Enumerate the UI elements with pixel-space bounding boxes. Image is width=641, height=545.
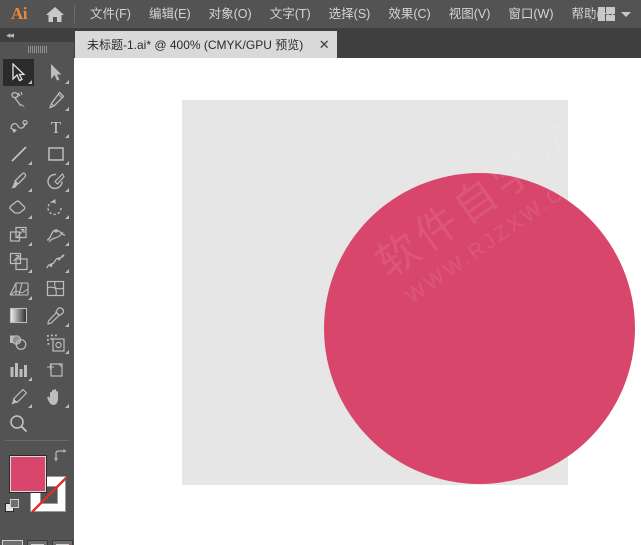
default-fill-stroke-icon[interactable] bbox=[5, 499, 21, 520]
free-transform-tool[interactable] bbox=[3, 248, 34, 275]
flyout-corner-icon bbox=[28, 242, 32, 246]
menu-item-select[interactable]: 选择(S) bbox=[320, 0, 380, 28]
flyout-corner-icon bbox=[65, 350, 69, 354]
chevron-down-icon[interactable] bbox=[621, 11, 631, 17]
flyout-corner-icon bbox=[28, 161, 32, 165]
menu-item-object[interactable]: 对象(O) bbox=[200, 0, 261, 28]
eraser-tool[interactable] bbox=[3, 194, 34, 221]
tools-panel-grip[interactable] bbox=[0, 42, 74, 57]
gradient-tool[interactable] bbox=[3, 302, 34, 329]
shaper-tool[interactable] bbox=[40, 167, 71, 194]
flyout-corner-icon bbox=[28, 188, 32, 192]
document-canvas[interactable]: 软件自学网 WWW.RJZXW.COM bbox=[74, 58, 641, 545]
tools-divider bbox=[5, 440, 69, 441]
flyout-corner-icon bbox=[65, 161, 69, 165]
close-icon[interactable]: ✕ bbox=[317, 38, 331, 52]
paintbrush-tool[interactable] bbox=[3, 167, 34, 194]
flyout-corner-icon bbox=[65, 269, 69, 273]
swap-fill-stroke-icon[interactable] bbox=[53, 449, 67, 467]
menu-item-edit[interactable]: 编辑(E) bbox=[140, 0, 200, 28]
menu-bar: Ai 文件(F) 编辑(E) 对象(O) 文字(T) 选择(S) 效果(C) 视… bbox=[0, 0, 641, 28]
rotate-tool[interactable] bbox=[40, 194, 71, 221]
app-logo-icon: Ai bbox=[11, 4, 28, 23]
flyout-corner-icon bbox=[65, 323, 69, 327]
menu-item-effect[interactable]: 效果(C) bbox=[379, 0, 439, 28]
shape-builder-tool[interactable] bbox=[40, 248, 71, 275]
slice-tool[interactable] bbox=[3, 383, 34, 410]
flyout-corner-icon bbox=[28, 80, 32, 84]
artboard[interactable]: 软件自学网 WWW.RJZXW.COM bbox=[182, 100, 635, 485]
flyout-corner-icon bbox=[28, 269, 32, 273]
flyout-corner-icon bbox=[65, 134, 69, 138]
flyout-corner-icon bbox=[65, 215, 69, 219]
color-mode-button[interactable] bbox=[1, 540, 23, 545]
flyout-corner-icon bbox=[28, 377, 32, 381]
hand-tool[interactable] bbox=[40, 383, 71, 410]
selection-tool[interactable] bbox=[3, 59, 34, 86]
scale-tool[interactable] bbox=[3, 221, 34, 248]
mesh-tool[interactable] bbox=[40, 275, 71, 302]
menubar-right-controls bbox=[589, 0, 637, 28]
fill-mode-buttons bbox=[0, 540, 74, 545]
tools-panel: ◂◂ T bbox=[0, 28, 74, 545]
column-graph-tool[interactable] bbox=[3, 356, 34, 383]
flyout-corner-icon bbox=[65, 404, 69, 408]
line-segment-tool[interactable] bbox=[3, 140, 34, 167]
pen-tool[interactable] bbox=[40, 86, 71, 113]
perspective-grid-tool[interactable] bbox=[3, 275, 34, 302]
artboard-tool[interactable] bbox=[40, 356, 71, 383]
zoom-tool[interactable] bbox=[3, 410, 34, 437]
magic-wand-tool[interactable] bbox=[3, 86, 34, 113]
flyout-corner-icon bbox=[65, 107, 69, 111]
menu-item-view[interactable]: 视图(V) bbox=[440, 0, 500, 28]
flyout-corner-icon bbox=[65, 80, 69, 84]
menu-item-type[interactable]: 文字(T) bbox=[261, 0, 320, 28]
home-icon[interactable] bbox=[38, 0, 72, 28]
collapse-panel-icon[interactable]: ◂◂ bbox=[6, 30, 14, 41]
fill-stroke-controls bbox=[0, 447, 74, 539]
ellipse-shape[interactable] bbox=[324, 173, 635, 484]
tools-grid: T bbox=[0, 57, 74, 444]
menubar-right-divider bbox=[591, 5, 592, 23]
flyout-corner-icon bbox=[65, 188, 69, 192]
type-tool[interactable]: T bbox=[40, 113, 71, 140]
menubar-divider bbox=[74, 5, 75, 23]
menu-item-window[interactable]: 窗口(W) bbox=[499, 0, 562, 28]
illustrator-window: Ai 文件(F) 编辑(E) 对象(O) 文字(T) 选择(S) 效果(C) 视… bbox=[0, 0, 641, 545]
gradient-mode-button[interactable] bbox=[26, 540, 48, 545]
blend-tool[interactable] bbox=[3, 329, 34, 356]
tool-grid-spacer bbox=[40, 410, 71, 437]
flyout-corner-icon bbox=[28, 296, 32, 300]
menu-item-list: 文件(F) 编辑(E) 对象(O) 文字(T) 选择(S) 效果(C) 视图(V… bbox=[81, 0, 623, 28]
eyedropper-tool[interactable] bbox=[40, 302, 71, 329]
fill-swatch[interactable] bbox=[9, 455, 47, 493]
rectangle-tool[interactable] bbox=[40, 140, 71, 167]
direct-selection-tool[interactable] bbox=[40, 59, 71, 86]
document-tab-bar: 未标题-1.ai* @ 400% (CMYK/GPU 预览) ✕ bbox=[74, 28, 641, 58]
symbol-sprayer-tool[interactable] bbox=[40, 329, 71, 356]
flyout-corner-icon bbox=[28, 215, 32, 219]
width-tool[interactable] bbox=[40, 221, 71, 248]
tools-panel-header[interactable]: ◂◂ bbox=[0, 28, 74, 42]
curvature-tool[interactable] bbox=[3, 113, 34, 140]
flyout-corner-icon bbox=[65, 242, 69, 246]
document-tab-title: 未标题-1.ai* @ 400% (CMYK/GPU 预览) bbox=[87, 38, 304, 52]
none-mode-button[interactable] bbox=[51, 540, 73, 545]
menu-item-file[interactable]: 文件(F) bbox=[81, 0, 140, 28]
document-tab[interactable]: 未标题-1.ai* @ 400% (CMYK/GPU 预览) ✕ bbox=[75, 31, 338, 58]
svg-text:T: T bbox=[50, 118, 61, 136]
workspace-grid-icon[interactable] bbox=[598, 7, 615, 21]
flyout-corner-icon bbox=[28, 404, 32, 408]
